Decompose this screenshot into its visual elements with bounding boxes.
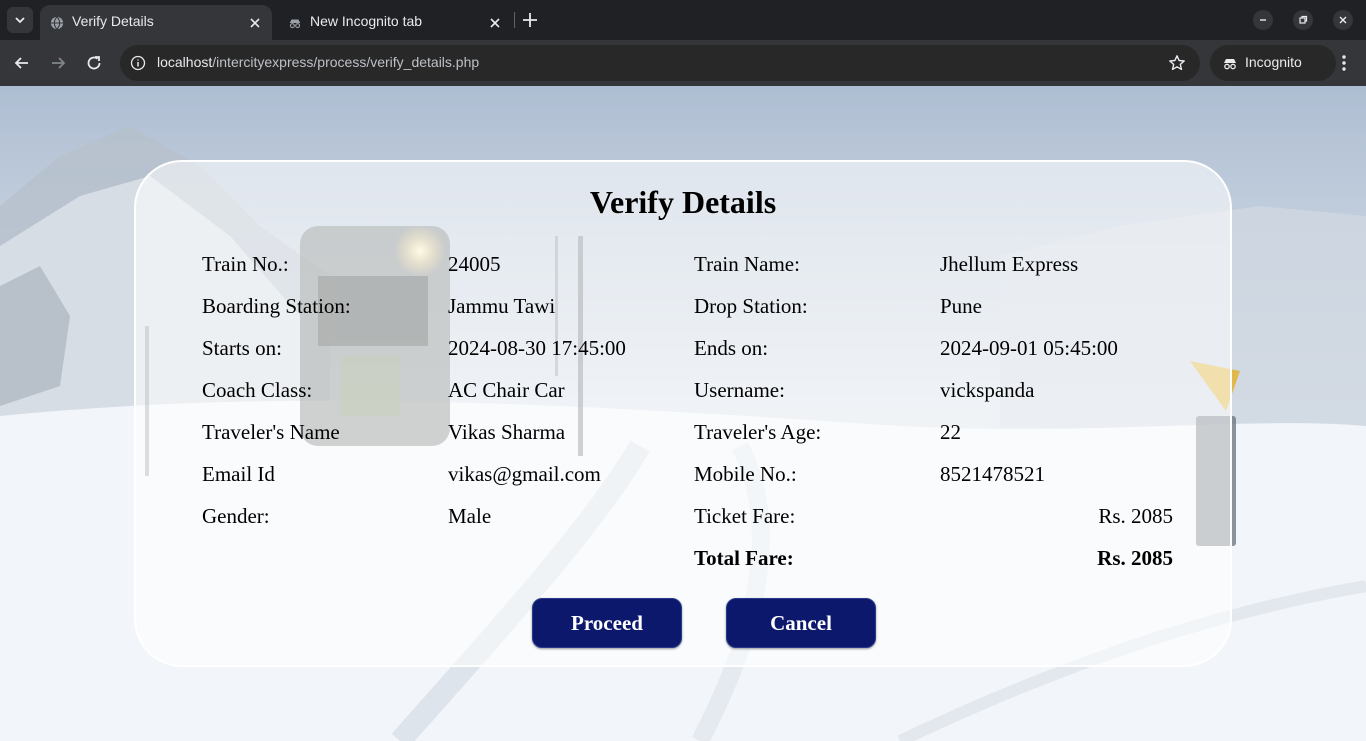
close-window-button[interactable] — [1333, 10, 1353, 30]
boarding-station-value: Jammu Tawi — [448, 294, 556, 318]
incognito-icon — [1224, 59, 1236, 70]
site-info-icon[interactable] — [130, 55, 146, 71]
reload-icon[interactable] — [84, 53, 104, 73]
incognito-icon — [289, 19, 301, 29]
back-icon[interactable] — [12, 53, 32, 73]
close-tab-icon[interactable] — [248, 16, 262, 30]
total-fare-label: Total Fare: — [694, 546, 794, 570]
traveler-age-label: Traveler's Age: — [694, 420, 822, 444]
address-bar[interactable]: localhost/intercityexpress/process/verif… — [120, 45, 1200, 81]
url-text: localhost/intercityexpress/process/verif… — [157, 54, 479, 70]
ticket-fare-value: Rs. 2085 — [1098, 504, 1173, 528]
gender-label: Gender: — [202, 504, 270, 528]
globe-icon — [50, 16, 64, 30]
tab-verify-details[interactable]: Verify Details — [40, 5, 272, 40]
verify-details-card: Verify Details Train No.: 24005 Train Na… — [134, 160, 1232, 667]
ends-on-label: Ends on: — [694, 336, 769, 360]
tab-search-button[interactable] — [7, 7, 33, 33]
drop-station-label: Drop Station: — [694, 294, 808, 318]
proceed-button[interactable]: Proceed — [532, 598, 682, 648]
cancel-button[interactable]: Cancel — [726, 598, 876, 648]
tab-title: Verify Details — [72, 13, 154, 29]
traveler-name-label: Traveler's Name — [202, 420, 340, 444]
tab-title: New Incognito tab — [310, 13, 423, 29]
email-value: vikas@gmail.com — [448, 462, 601, 486]
page-viewport: Verify Details Train No.: 24005 Train Na… — [0, 86, 1366, 741]
starts-on-value: 2024-08-30 17:45:00 — [448, 336, 626, 360]
incognito-label: Incognito — [1245, 54, 1302, 70]
train-no-value: 24005 — [448, 252, 501, 276]
train-no-label: Train No.: — [202, 252, 289, 276]
tab-new-incognito[interactable]: New Incognito tab — [276, 5, 512, 40]
gender-value: Male — [448, 504, 492, 528]
total-fare-value: Rs. 2085 — [1097, 546, 1173, 570]
email-label: Email Id — [202, 462, 275, 486]
page-title: Verify Details — [589, 184, 777, 220]
browser-toolbar: localhost/intercityexpress/process/verif… — [0, 40, 1366, 86]
minimize-button[interactable] — [1253, 10, 1273, 30]
chevron-down-icon — [15, 17, 25, 24]
url-path: /intercityexpress/process/verify_details… — [212, 54, 480, 70]
ends-on-value: 2024-09-01 05:45:00 — [940, 336, 1118, 360]
close-tab-icon[interactable] — [488, 16, 502, 30]
drop-station-value: Pune — [940, 294, 982, 318]
mobile-value: 8521478521 — [940, 462, 1045, 486]
restore-button[interactable] — [1293, 10, 1313, 30]
train-name-label: Train Name: — [694, 252, 800, 276]
traveler-age-value: 22 — [940, 420, 961, 444]
tab-separator — [514, 12, 515, 28]
traveler-name-value: Vikas Sharma — [448, 420, 566, 444]
starts-on-label: Starts on: — [202, 336, 282, 360]
tab-strip: Verify Details New Incognito tab — [0, 0, 1366, 40]
coach-class-label: Coach Class: — [202, 378, 313, 402]
bookmark-star-icon[interactable] — [1168, 54, 1186, 72]
boarding-station-label: Boarding Station: — [202, 294, 351, 318]
coach-class-value: AC Chair Car — [448, 378, 565, 402]
minimize-icon — [1260, 19, 1266, 21]
restore-icon — [1299, 15, 1308, 24]
more-menu-icon[interactable] — [1334, 53, 1354, 73]
mobile-label: Mobile No.: — [694, 462, 797, 486]
forward-icon[interactable] — [48, 53, 68, 73]
incognito-profile-button[interactable]: Incognito — [1210, 45, 1336, 81]
new-tab-icon[interactable] — [520, 10, 540, 30]
username-value: vickspanda — [940, 378, 1035, 402]
ticket-fare-label: Ticket Fare: — [694, 504, 796, 528]
username-label: Username: — [694, 378, 785, 402]
url-host: localhost — [157, 54, 213, 70]
close-icon — [1339, 16, 1347, 24]
train-name-value: Jhellum Express — [940, 252, 1079, 276]
